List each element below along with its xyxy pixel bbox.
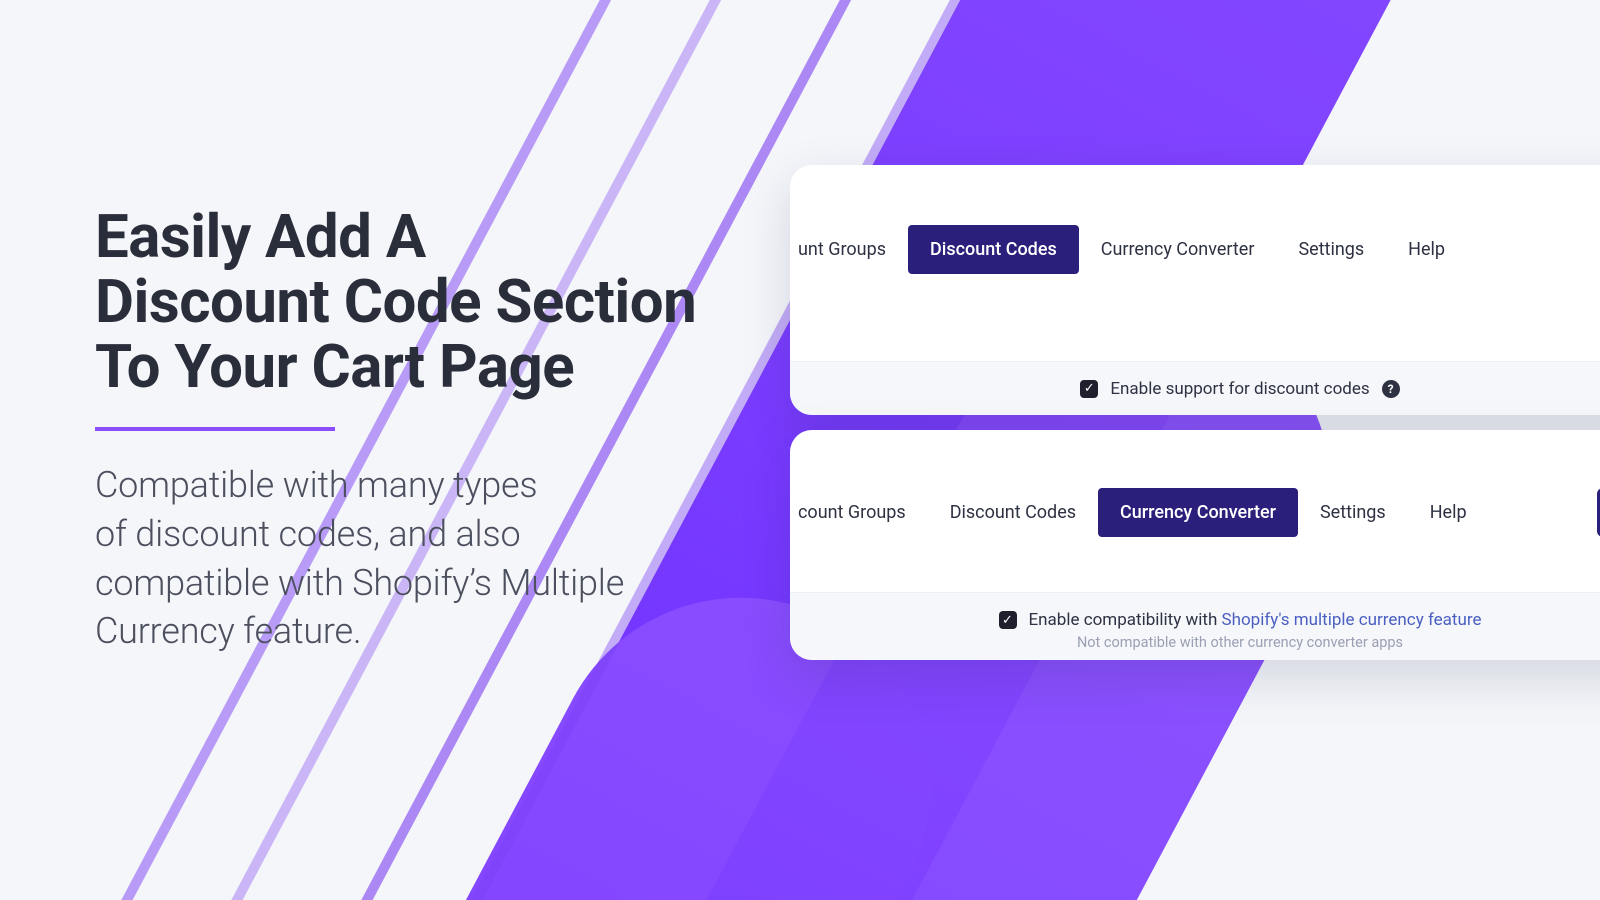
enable-discount-codes-checkbox[interactable]: ✓ [1080, 380, 1098, 398]
shopify-multi-currency-link[interactable]: Shopify's multiple currency feature [1222, 610, 1482, 630]
subhead-line-1: Compatible with many types [95, 464, 537, 506]
subhead-line-4: Currency feature. [95, 610, 361, 652]
current-plan-button[interactable]: Current Plan [1597, 488, 1600, 537]
tab-settings[interactable]: Settings [1276, 225, 1386, 274]
enable-multi-currency-label: Enable compatibility with Shopify's mult… [1029, 610, 1482, 630]
headline-line-1: Easily Add A [95, 201, 426, 272]
headline: Easily Add A Discount Code Section To Yo… [95, 205, 715, 399]
panel-currency-converter: count Groups Discount Codes Currency Con… [790, 430, 1600, 660]
tab-discount-codes[interactable]: Discount Codes [908, 225, 1079, 274]
setting-bar: ✓ Enable support for discount codes ? [790, 361, 1600, 415]
help-icon[interactable]: ? [1382, 380, 1400, 398]
setting-bar: ✓ Enable compatibility with Shopify's mu… [790, 592, 1600, 660]
tab-currency-converter[interactable]: Currency Converter [1079, 225, 1277, 274]
multi-currency-fineprint: Not compatible with other currency conve… [1077, 634, 1403, 651]
panel-discount-codes: unt Groups Discount Codes Currency Conve… [790, 165, 1600, 415]
tab-row: count Groups Discount Codes Currency Con… [790, 430, 1600, 537]
tab-discount-groups[interactable]: count Groups [790, 488, 928, 537]
tab-discount-codes[interactable]: Discount Codes [928, 488, 1098, 537]
enable-multi-currency-checkbox[interactable]: ✓ [999, 611, 1017, 629]
tab-settings[interactable]: Settings [1298, 488, 1408, 537]
headline-line-3: To Your Cart Page [95, 331, 574, 402]
subhead-line-2: of discount codes, and also [95, 513, 520, 555]
tab-discount-groups[interactable]: unt Groups [790, 225, 908, 274]
marketing-copy: Easily Add A Discount Code Section To Yo… [95, 205, 715, 656]
subhead-line-3: compatible with Shopify’s Multiple [95, 562, 624, 604]
enable-discount-codes-label: Enable support for discount codes [1110, 379, 1369, 399]
setting-line: ✓ Enable compatibility with Shopify's mu… [999, 610, 1482, 630]
tab-help[interactable]: Help [1408, 488, 1489, 537]
enable-multi-currency-label-prefix: Enable compatibility with [1029, 610, 1222, 630]
tab-currency-converter[interactable]: Currency Converter [1098, 488, 1298, 537]
headline-line-2: Discount Code Section [95, 266, 696, 337]
headline-underline [95, 427, 335, 431]
tab-help[interactable]: Help [1386, 225, 1467, 274]
tab-row: unt Groups Discount Codes Currency Conve… [790, 165, 1600, 274]
subheadline: Compatible with many types of discount c… [95, 461, 715, 655]
